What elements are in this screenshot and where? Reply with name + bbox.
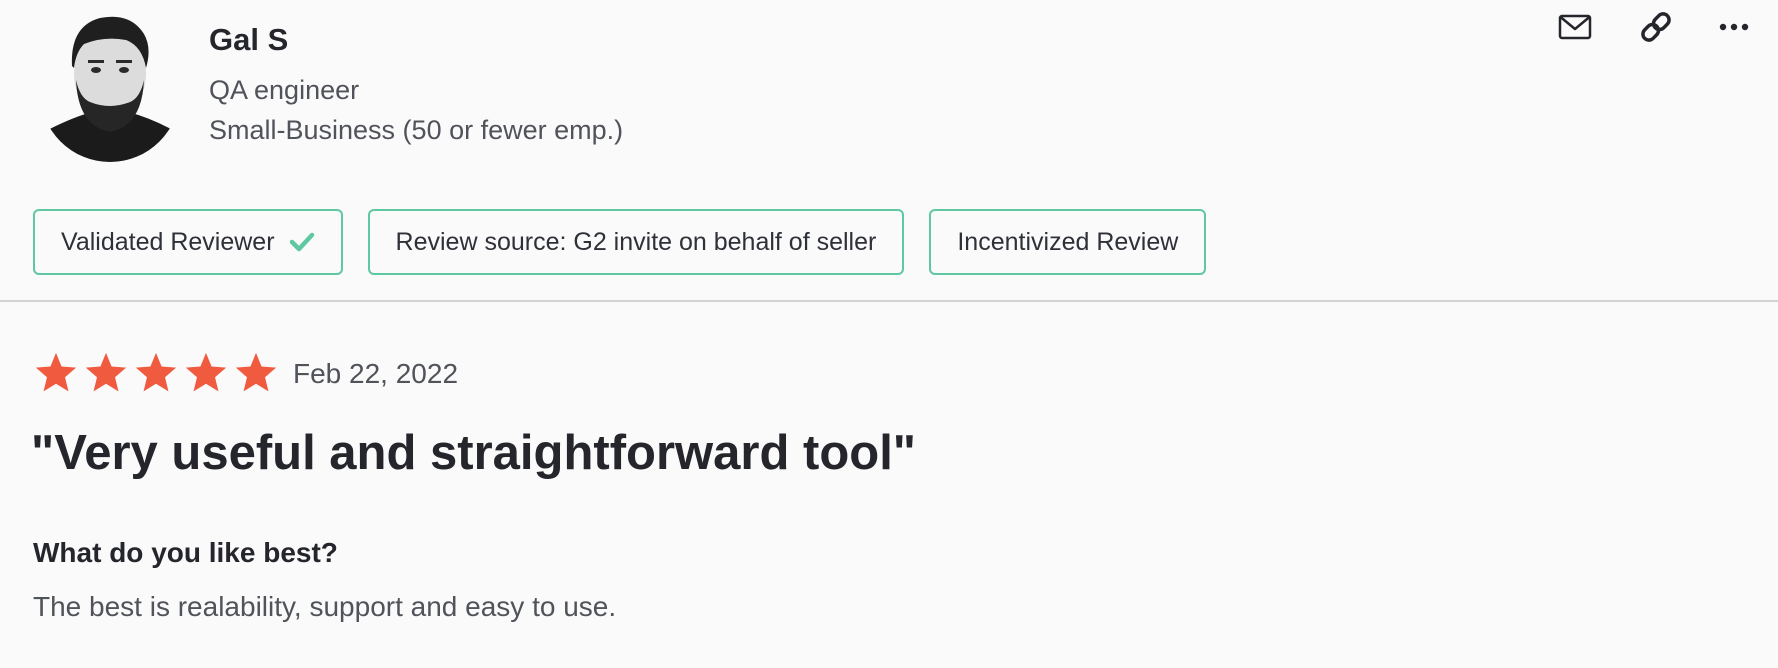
incentivized-review-badge[interactable]: Incentivized Review [929, 209, 1207, 275]
review-date: Feb 22, 2022 [293, 358, 459, 389]
person-avatar-icon [40, 6, 180, 162]
review-question: What do you like best? [33, 537, 338, 568]
incentivized-review-label: Incentivized Review [957, 227, 1179, 256]
review-title: "Very useful and straightforward tool" [31, 426, 917, 480]
star-icon [35, 352, 77, 392]
validated-reviewer-label: Validated Reviewer [61, 227, 275, 256]
validated-reviewer-badge[interactable]: Validated Reviewer [33, 209, 343, 275]
reviewer-avatar [40, 6, 180, 162]
checkmark-icon [289, 229, 315, 255]
star-icon [85, 352, 127, 392]
link-icon[interactable] [1637, 8, 1675, 46]
reviewer-company-size: Small-Business (50 or fewer emp.) [209, 115, 624, 145]
star-icon [135, 352, 177, 392]
star-icon [235, 352, 277, 392]
review-answer: The best is realability, support and eas… [33, 591, 617, 622]
more-horizontal-icon[interactable] [1715, 8, 1753, 46]
review-source-badge[interactable]: Review source: G2 invite on behalf of se… [367, 209, 905, 275]
envelope-icon[interactable] [1556, 8, 1594, 46]
review-badges: Validated Reviewer Review source: G2 inv… [33, 209, 1207, 275]
star-icon [185, 352, 227, 392]
review-source-label: Review source: G2 invite on behalf of se… [395, 227, 877, 256]
reviewer-name: Gal S [209, 22, 289, 57]
star-rating [33, 350, 279, 396]
reviewer-job-title: QA engineer [209, 75, 360, 105]
section-divider [0, 300, 1778, 302]
